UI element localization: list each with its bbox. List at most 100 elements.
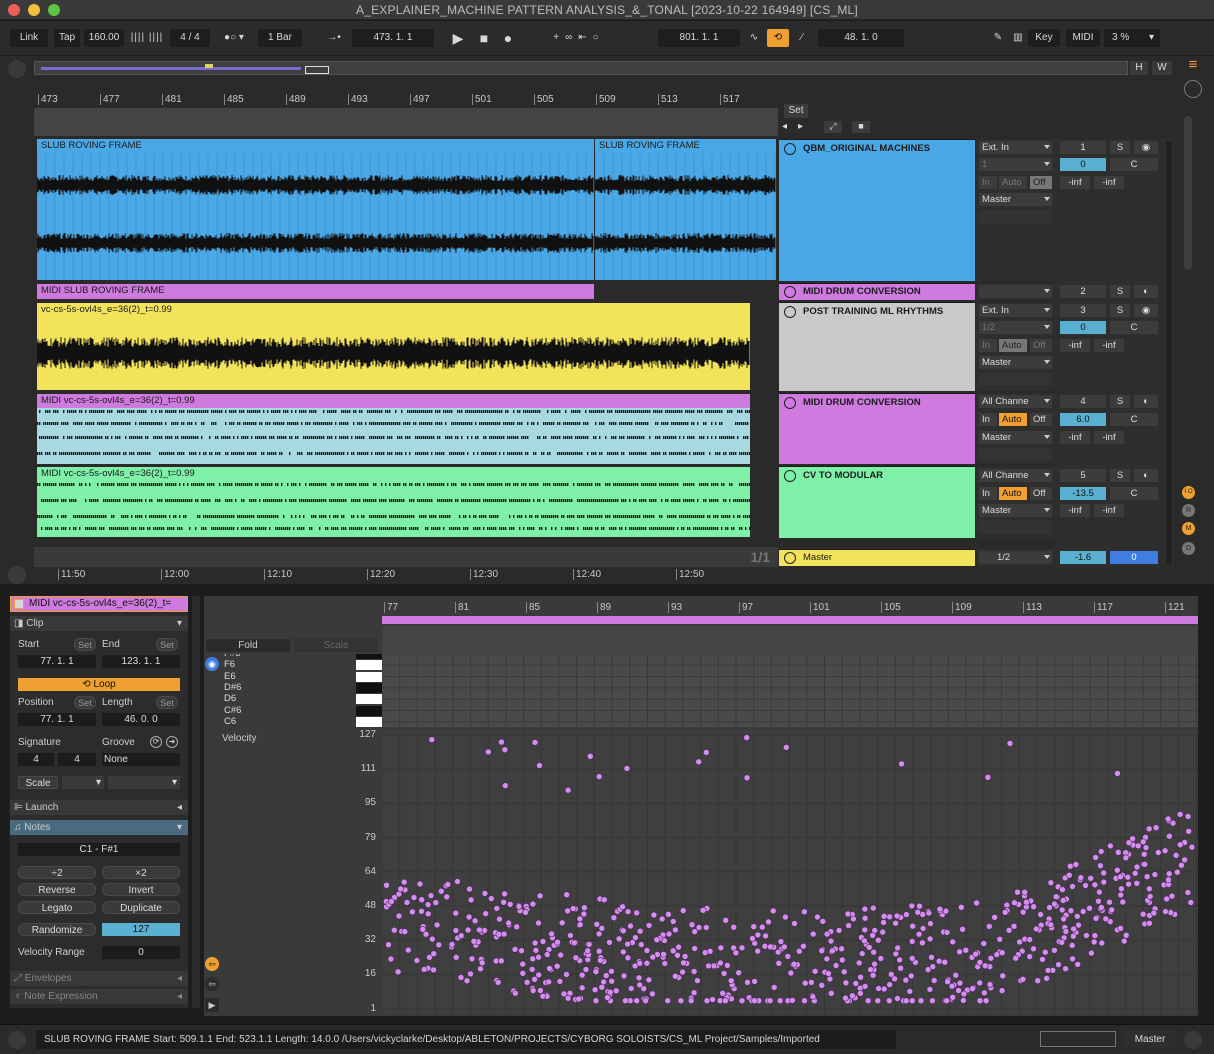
velocity-marker[interactable] (501, 890, 508, 898)
velocity-marker[interactable] (592, 997, 600, 1005)
velocity-marker[interactable] (624, 940, 631, 948)
velocity-marker[interactable] (620, 972, 628, 980)
velocity-marker[interactable] (1125, 880, 1132, 888)
set-locator-button[interactable]: Set (784, 104, 808, 118)
velocity-marker[interactable] (775, 960, 783, 967)
velocity-marker[interactable] (1152, 824, 1160, 831)
velocity-marker[interactable] (724, 962, 731, 969)
velocity-marker[interactable] (672, 926, 679, 934)
velocity-marker[interactable] (391, 926, 398, 934)
velocity-marker[interactable] (428, 736, 436, 743)
velocity-marker[interactable] (818, 947, 826, 954)
track-activator[interactable]: 1 (1060, 141, 1106, 154)
velocity-marker[interactable] (823, 930, 831, 938)
velocity-marker[interactable] (1185, 828, 1193, 835)
velocity-marker[interactable] (825, 970, 832, 977)
input-type-menu[interactable]: Ext. In (979, 141, 1052, 154)
velocity-marker[interactable] (844, 910, 852, 918)
output-menu[interactable]: Master (979, 193, 1052, 206)
velocity-marker[interactable] (1184, 813, 1192, 820)
velocity-marker[interactable] (956, 979, 964, 987)
velocity-marker[interactable] (679, 968, 686, 976)
velocity-marker[interactable] (383, 882, 390, 889)
velocity-marker[interactable] (795, 948, 803, 955)
velocity-marker[interactable] (1100, 878, 1108, 886)
velocity-marker[interactable] (1176, 841, 1184, 848)
velocity-marker[interactable] (720, 970, 728, 977)
velocity-marker[interactable] (1030, 945, 1037, 953)
velocity-marker[interactable] (482, 910, 489, 917)
velocity-marker[interactable] (519, 960, 526, 968)
velocity-marker[interactable] (1134, 842, 1142, 850)
end-field[interactable]: 123. 1. 1 (102, 655, 180, 668)
velocity-marker[interactable] (874, 997, 882, 1005)
velocity-marker[interactable] (891, 975, 898, 983)
velocity-marker[interactable] (1062, 928, 1070, 935)
prev-locator-icon[interactable]: ◂ (782, 121, 792, 133)
velocity-marker[interactable] (949, 938, 957, 946)
velocity-marker[interactable] (468, 955, 476, 963)
velocity-marker[interactable] (754, 947, 762, 955)
velocity-marker[interactable] (758, 923, 766, 931)
velocity-marker[interactable] (869, 904, 877, 912)
velocity-marker[interactable] (452, 954, 460, 961)
velocity-marker[interactable] (636, 960, 644, 967)
velocity-marker[interactable] (602, 972, 610, 979)
velocity-marker[interactable] (787, 969, 795, 977)
velocity-marker[interactable] (501, 746, 509, 754)
velocity-range-field[interactable]: 0 (102, 946, 180, 959)
velocity-marker[interactable] (993, 951, 1001, 958)
velocity-marker[interactable] (471, 917, 479, 925)
velocity-marker[interactable] (1146, 920, 1153, 927)
velocity-marker[interactable] (395, 890, 403, 898)
velocity-marker[interactable] (1005, 927, 1013, 934)
velocity-marker[interactable] (633, 997, 640, 1005)
velocity-marker[interactable] (982, 997, 990, 1005)
velocity-marker[interactable] (642, 997, 649, 1005)
velocity-marker[interactable] (1114, 849, 1122, 856)
velocity-marker[interactable] (400, 878, 408, 886)
velocity-marker[interactable] (448, 941, 456, 948)
velocity-marker[interactable] (669, 918, 677, 925)
velocity-marker[interactable] (861, 905, 869, 913)
velocity-marker[interactable] (880, 985, 888, 993)
velocity-marker[interactable] (909, 922, 917, 930)
velocity-marker[interactable] (1142, 844, 1150, 851)
velocity-marker[interactable] (1012, 954, 1020, 962)
velocity-marker[interactable] (1046, 904, 1053, 911)
show-detail-icon[interactable] (8, 1031, 26, 1049)
link-button[interactable]: Link (10, 29, 48, 47)
clip-activator-icon[interactable] (14, 599, 24, 609)
track-header[interactable]: POST TRAINING ML RHYTHMS (779, 302, 975, 391)
velocity-marker[interactable] (620, 927, 627, 934)
velocity-marker[interactable] (716, 997, 724, 1005)
velocity-marker[interactable] (569, 905, 577, 912)
track-fold-icon[interactable] (784, 470, 796, 482)
audio-clip[interactable]: SLUB ROVING FRAME (37, 139, 594, 280)
midi-clip[interactable]: MIDI vc-cs-5s-ovl4s_e=36(2)_t=0.99 (37, 394, 750, 464)
velocity-marker[interactable] (738, 997, 746, 1005)
velocity-marker[interactable] (485, 748, 492, 756)
velocity-marker[interactable] (861, 914, 869, 922)
velocity-marker[interactable] (948, 982, 956, 990)
velocity-marker[interactable] (1090, 938, 1098, 946)
velocity-marker[interactable] (801, 997, 808, 1005)
velocity-marker[interactable] (564, 786, 572, 794)
velocity-marker[interactable] (754, 931, 762, 939)
velocity-marker[interactable] (409, 908, 416, 916)
velocity-marker[interactable] (435, 941, 443, 949)
velocity-marker[interactable] (665, 930, 673, 938)
velocity-marker[interactable] (1113, 866, 1121, 874)
velocity-marker[interactable] (808, 979, 815, 986)
velocity-marker[interactable] (531, 739, 539, 746)
velocity-marker[interactable] (1011, 899, 1018, 906)
velocity-marker[interactable] (416, 880, 424, 888)
length-set-button[interactable]: Set (156, 696, 178, 709)
velocity-marker[interactable] (608, 968, 615, 975)
stop-icon[interactable]: ■ (474, 29, 494, 47)
note-grid[interactable] (381, 653, 1198, 727)
velocity-marker[interactable] (572, 954, 580, 961)
delay-toggle-icon[interactable]: D (1182, 542, 1195, 555)
velocity-marker[interactable] (645, 922, 653, 929)
velocity-marker[interactable] (717, 959, 724, 967)
